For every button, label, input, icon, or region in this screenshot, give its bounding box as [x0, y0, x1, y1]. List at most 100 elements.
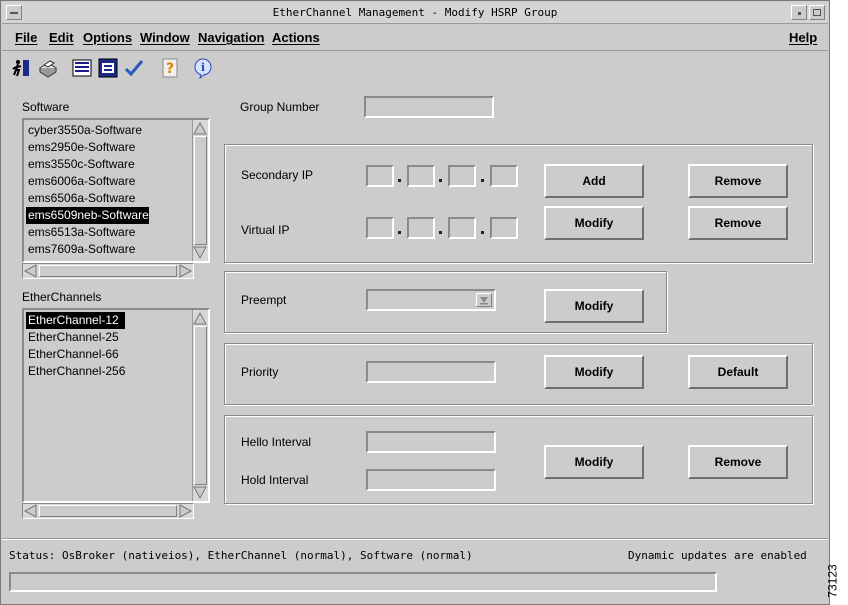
etherchannels-label: EtherChannels	[22, 290, 102, 304]
scroll-down-arrow-icon[interactable]	[193, 485, 207, 499]
priority-label: Priority	[241, 365, 279, 379]
scroll-right-arrow-icon[interactable]	[178, 504, 192, 518]
remove-virtual-ip-button[interactable]: Remove	[688, 206, 788, 240]
maximize-button[interactable]	[809, 5, 825, 20]
figure-number: 73123	[826, 560, 848, 604]
checkmark-icon[interactable]	[123, 57, 145, 79]
software-list-item[interactable]: cyber3550a-Software	[26, 122, 149, 139]
figure-number-text: 73123	[825, 564, 840, 598]
modify-priority-button[interactable]: Modify	[544, 355, 644, 389]
dynamic-updates-text: Dynamic updates are enabled	[628, 549, 807, 562]
priority-input[interactable]	[366, 361, 496, 383]
preempt-select[interactable]	[366, 289, 496, 311]
menu-file[interactable]: File	[15, 30, 37, 45]
status-text: Status: OsBroker (nativeios), EtherChann…	[9, 549, 473, 562]
software-list[interactable]: cyber3550a-Software ems2950e-Software ems3…	[22, 118, 210, 263]
software-list-item[interactable]: ems3550c-Software	[26, 156, 149, 173]
group-number-label: Group Number	[240, 100, 320, 114]
secondary-ip-octet-4[interactable]	[490, 165, 518, 187]
virtual-ip-octet-2[interactable]	[407, 217, 435, 239]
software-list-item[interactable]: ems6513a-Software	[26, 224, 149, 241]
etherchannels-vscroll-thumb[interactable]	[194, 326, 207, 485]
menu-actions[interactable]: Actions	[272, 30, 320, 45]
menu-bar: File Edit Options Window Navigation Acti…	[2, 26, 828, 51]
menu-window[interactable]: Window	[140, 30, 190, 45]
etherchannels-vscroll[interactable]	[192, 310, 208, 501]
scroll-left-arrow-icon[interactable]	[24, 264, 38, 278]
secondary-ip-label: Secondary IP	[241, 168, 314, 182]
menu-options[interactable]: Options	[83, 30, 132, 45]
priority-panel: Priority Modify Default	[224, 343, 813, 405]
software-list-item[interactable]: ems2950e-Software	[26, 139, 149, 156]
chevron-down-icon[interactable]	[476, 293, 492, 307]
window-icon[interactable]	[97, 57, 119, 79]
svg-text:i: i	[201, 61, 205, 74]
print-icon[interactable]	[37, 57, 59, 79]
etherchannels-hscroll-thumb[interactable]	[39, 505, 177, 517]
modify-preempt-button[interactable]: Modify	[544, 289, 644, 323]
interval-panel: Hello Interval Hold Interval Modify Remo…	[224, 415, 813, 504]
software-list-item[interactable]: ems6506a-Software	[26, 190, 149, 207]
software-hscroll-thumb[interactable]	[39, 265, 177, 277]
title-bar: EtherChannel Management - Modify HSRP Gr…	[2, 2, 828, 24]
software-list-item[interactable]: ems6509neb-Software	[26, 207, 149, 224]
software-label: Software	[22, 100, 70, 114]
hold-interval-label: Hold Interval	[241, 473, 309, 487]
etherchannel-items: EtherChannel-12 EtherChannel-25 EtherChann…	[26, 312, 126, 380]
help-icon[interactable]: ?	[159, 57, 181, 79]
ip-dot	[439, 231, 442, 234]
scroll-left-arrow-icon[interactable]	[24, 504, 38, 518]
hold-interval-input[interactable]	[366, 469, 496, 491]
etherchannels-list[interactable]: EtherChannel-12 EtherChannel-25 EtherChann…	[22, 308, 210, 503]
preempt-panel: Preempt Modify	[224, 271, 667, 333]
virtual-ip-octet-1[interactable]	[366, 217, 394, 239]
software-vscroll-thumb[interactable]	[194, 136, 207, 245]
status-separator	[2, 538, 828, 540]
list-icon[interactable]	[71, 57, 93, 79]
remove-secondary-ip-button[interactable]: Remove	[688, 164, 788, 198]
menu-help[interactable]: Help	[789, 30, 817, 45]
main-window: EtherChannel Management - Modify HSRP Gr…	[0, 0, 830, 605]
scroll-down-arrow-icon[interactable]	[193, 245, 207, 259]
hello-interval-input[interactable]	[366, 431, 496, 453]
virtual-ip-label: Virtual IP	[241, 223, 290, 237]
secondary-ip-octet-1[interactable]	[366, 165, 394, 187]
preempt-label: Preempt	[241, 293, 287, 307]
scroll-up-arrow-icon[interactable]	[193, 122, 207, 136]
etherchannels-hscroll[interactable]	[22, 503, 194, 519]
software-vscroll[interactable]	[192, 120, 208, 261]
menu-navigation[interactable]: Navigation	[198, 30, 264, 45]
secondary-ip-octet-2[interactable]	[407, 165, 435, 187]
minimize-button[interactable]	[791, 5, 807, 20]
ip-dot	[481, 179, 484, 182]
exit-icon[interactable]	[10, 57, 32, 79]
etherchannel-list-item[interactable]: EtherChannel-66	[26, 346, 125, 363]
menu-edit[interactable]: Edit	[49, 30, 74, 45]
secondary-ip-octet-3[interactable]	[448, 165, 476, 187]
scroll-right-arrow-icon[interactable]	[178, 264, 192, 278]
ip-dot	[481, 231, 484, 234]
remove-interval-button[interactable]: Remove	[688, 445, 788, 479]
software-hscroll[interactable]	[22, 263, 194, 279]
modify-virtual-ip-button[interactable]: Modify	[544, 206, 644, 240]
scroll-up-arrow-icon[interactable]	[193, 312, 207, 326]
etherchannel-list-item[interactable]: EtherChannel-256	[26, 363, 125, 380]
software-list-item[interactable]: ems7609a-Software	[26, 241, 149, 258]
software-list-item[interactable]: ems6006a-Software	[26, 173, 149, 190]
group-number-input[interactable]	[364, 96, 494, 118]
ip-panel: Secondary IP Add Remove Virtual IP Modif…	[224, 144, 813, 263]
svg-text:?: ?	[166, 61, 174, 77]
virtual-ip-octet-3[interactable]	[448, 217, 476, 239]
window-title: EtherChannel Management - Modify HSRP Gr…	[272, 6, 558, 19]
info-icon[interactable]: i	[192, 57, 214, 79]
hello-interval-label: Hello Interval	[241, 435, 312, 449]
ip-dot	[398, 179, 401, 182]
toolbar: ? i	[2, 53, 828, 85]
virtual-ip-octet-4[interactable]	[490, 217, 518, 239]
etherchannel-list-item[interactable]: EtherChannel-12	[26, 312, 126, 329]
software-items: cyber3550a-Software ems2950e-Software ems3…	[26, 122, 149, 258]
add-secondary-ip-button[interactable]: Add	[544, 164, 644, 198]
modify-interval-button[interactable]: Modify	[544, 445, 644, 479]
default-priority-button[interactable]: Default	[688, 355, 788, 389]
etherchannel-list-item[interactable]: EtherChannel-25	[26, 329, 125, 346]
